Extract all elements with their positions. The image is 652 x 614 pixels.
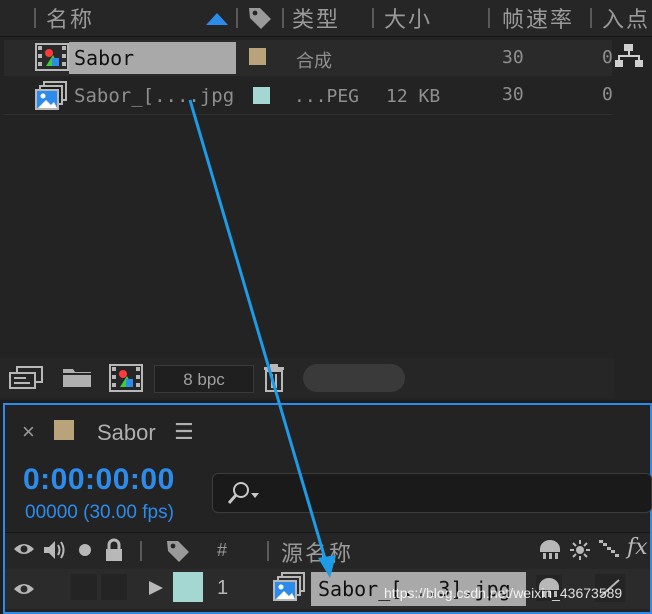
composition-icon xyxy=(35,43,69,71)
layer-search-input[interactable] xyxy=(212,473,652,513)
label-tag-icon[interactable] xyxy=(247,5,273,31)
layer-number-header: # xyxy=(217,540,228,560)
composition-label-swatch xyxy=(54,420,74,440)
project-item-size: 12 KB xyxy=(386,86,441,107)
effects-icon[interactable]: fx xyxy=(627,535,648,560)
project-item-type: 合成 xyxy=(296,51,332,71)
project-item-name[interactable]: Sabor xyxy=(74,46,134,70)
image-footage-icon xyxy=(35,81,67,110)
collapse-transformations-icon[interactable] xyxy=(570,540,590,560)
label-color-swatch[interactable] xyxy=(253,87,270,104)
watermark-text: https://blog.csdn.net/weixin_43673589 xyxy=(384,585,623,601)
column-separator xyxy=(282,8,284,28)
label-tag-icon[interactable] xyxy=(165,538,191,564)
column-header-in[interactable]: 入点 xyxy=(602,2,650,34)
project-item-fps: 30 xyxy=(502,47,524,68)
project-item-in: 0 xyxy=(602,47,613,68)
project-item-footage[interactable]: Sabor_[....jpg ...PEG 12 KB 30 0 xyxy=(4,78,613,115)
column-separator xyxy=(590,8,592,28)
new-folder-icon[interactable] xyxy=(62,366,92,388)
layer-visibility-eye-icon[interactable] xyxy=(13,581,35,597)
layer-index: 1 xyxy=(217,577,229,599)
frame-count-display: 00000 (30.00 fps) xyxy=(25,502,174,523)
project-item-in: 0 xyxy=(602,84,613,105)
project-item-type: ...PEG xyxy=(294,86,360,107)
flowchart-icon[interactable] xyxy=(615,43,643,69)
current-time-display[interactable]: 0:00:00:00 xyxy=(23,463,175,497)
layer-column-header: # 源名称 fx xyxy=(5,532,650,570)
label-color-swatch[interactable] xyxy=(249,48,266,65)
timeline-tab-title[interactable]: Sabor xyxy=(97,420,156,446)
expand-triangle-icon[interactable] xyxy=(148,580,164,596)
column-separator xyxy=(372,8,374,28)
audio-icon[interactable] xyxy=(42,539,68,561)
trash-icon[interactable] xyxy=(262,364,286,392)
interpret-footage-icon[interactable] xyxy=(9,366,43,390)
column-header-name[interactable]: 名称 xyxy=(46,2,94,34)
new-composition-icon[interactable] xyxy=(109,364,143,392)
horizontal-scrollbar[interactable] xyxy=(303,364,405,392)
project-item-name[interactable]: Sabor_[....jpg xyxy=(74,85,234,107)
solo-switch[interactable] xyxy=(71,574,97,600)
panel-menu-icon[interactable]: ☰ xyxy=(174,419,194,445)
solo-icon[interactable] xyxy=(78,543,92,557)
eye-icon[interactable] xyxy=(13,541,35,557)
project-item-composition[interactable]: Sabor 合成 30 0 xyxy=(4,40,613,76)
lock-switch[interactable] xyxy=(101,574,127,600)
column-separator xyxy=(267,541,269,561)
shy-icon[interactable] xyxy=(538,539,562,561)
column-header-type[interactable]: 类型 xyxy=(292,2,340,34)
project-column-header: 名称 类型 大小 帧速率 入点 xyxy=(0,0,652,37)
column-header-fps[interactable]: 帧速率 xyxy=(502,2,574,34)
image-footage-icon xyxy=(273,572,305,601)
bit-depth-button[interactable]: 8 bpc xyxy=(154,365,254,393)
source-name-header[interactable]: 源名称 xyxy=(281,536,353,568)
quality-icon[interactable] xyxy=(599,540,621,560)
column-separator xyxy=(488,8,490,28)
project-item-fps: 30 xyxy=(502,84,524,105)
column-separator xyxy=(34,8,36,28)
column-separator xyxy=(140,541,142,561)
layer-label-swatch[interactable] xyxy=(173,572,203,602)
sort-ascending-icon[interactable] xyxy=(205,12,229,26)
lock-icon[interactable] xyxy=(104,538,124,562)
search-icon xyxy=(227,482,259,504)
close-tab-icon[interactable]: × xyxy=(22,419,35,445)
column-separator xyxy=(236,8,238,28)
column-header-size[interactable]: 大小 xyxy=(384,2,432,34)
